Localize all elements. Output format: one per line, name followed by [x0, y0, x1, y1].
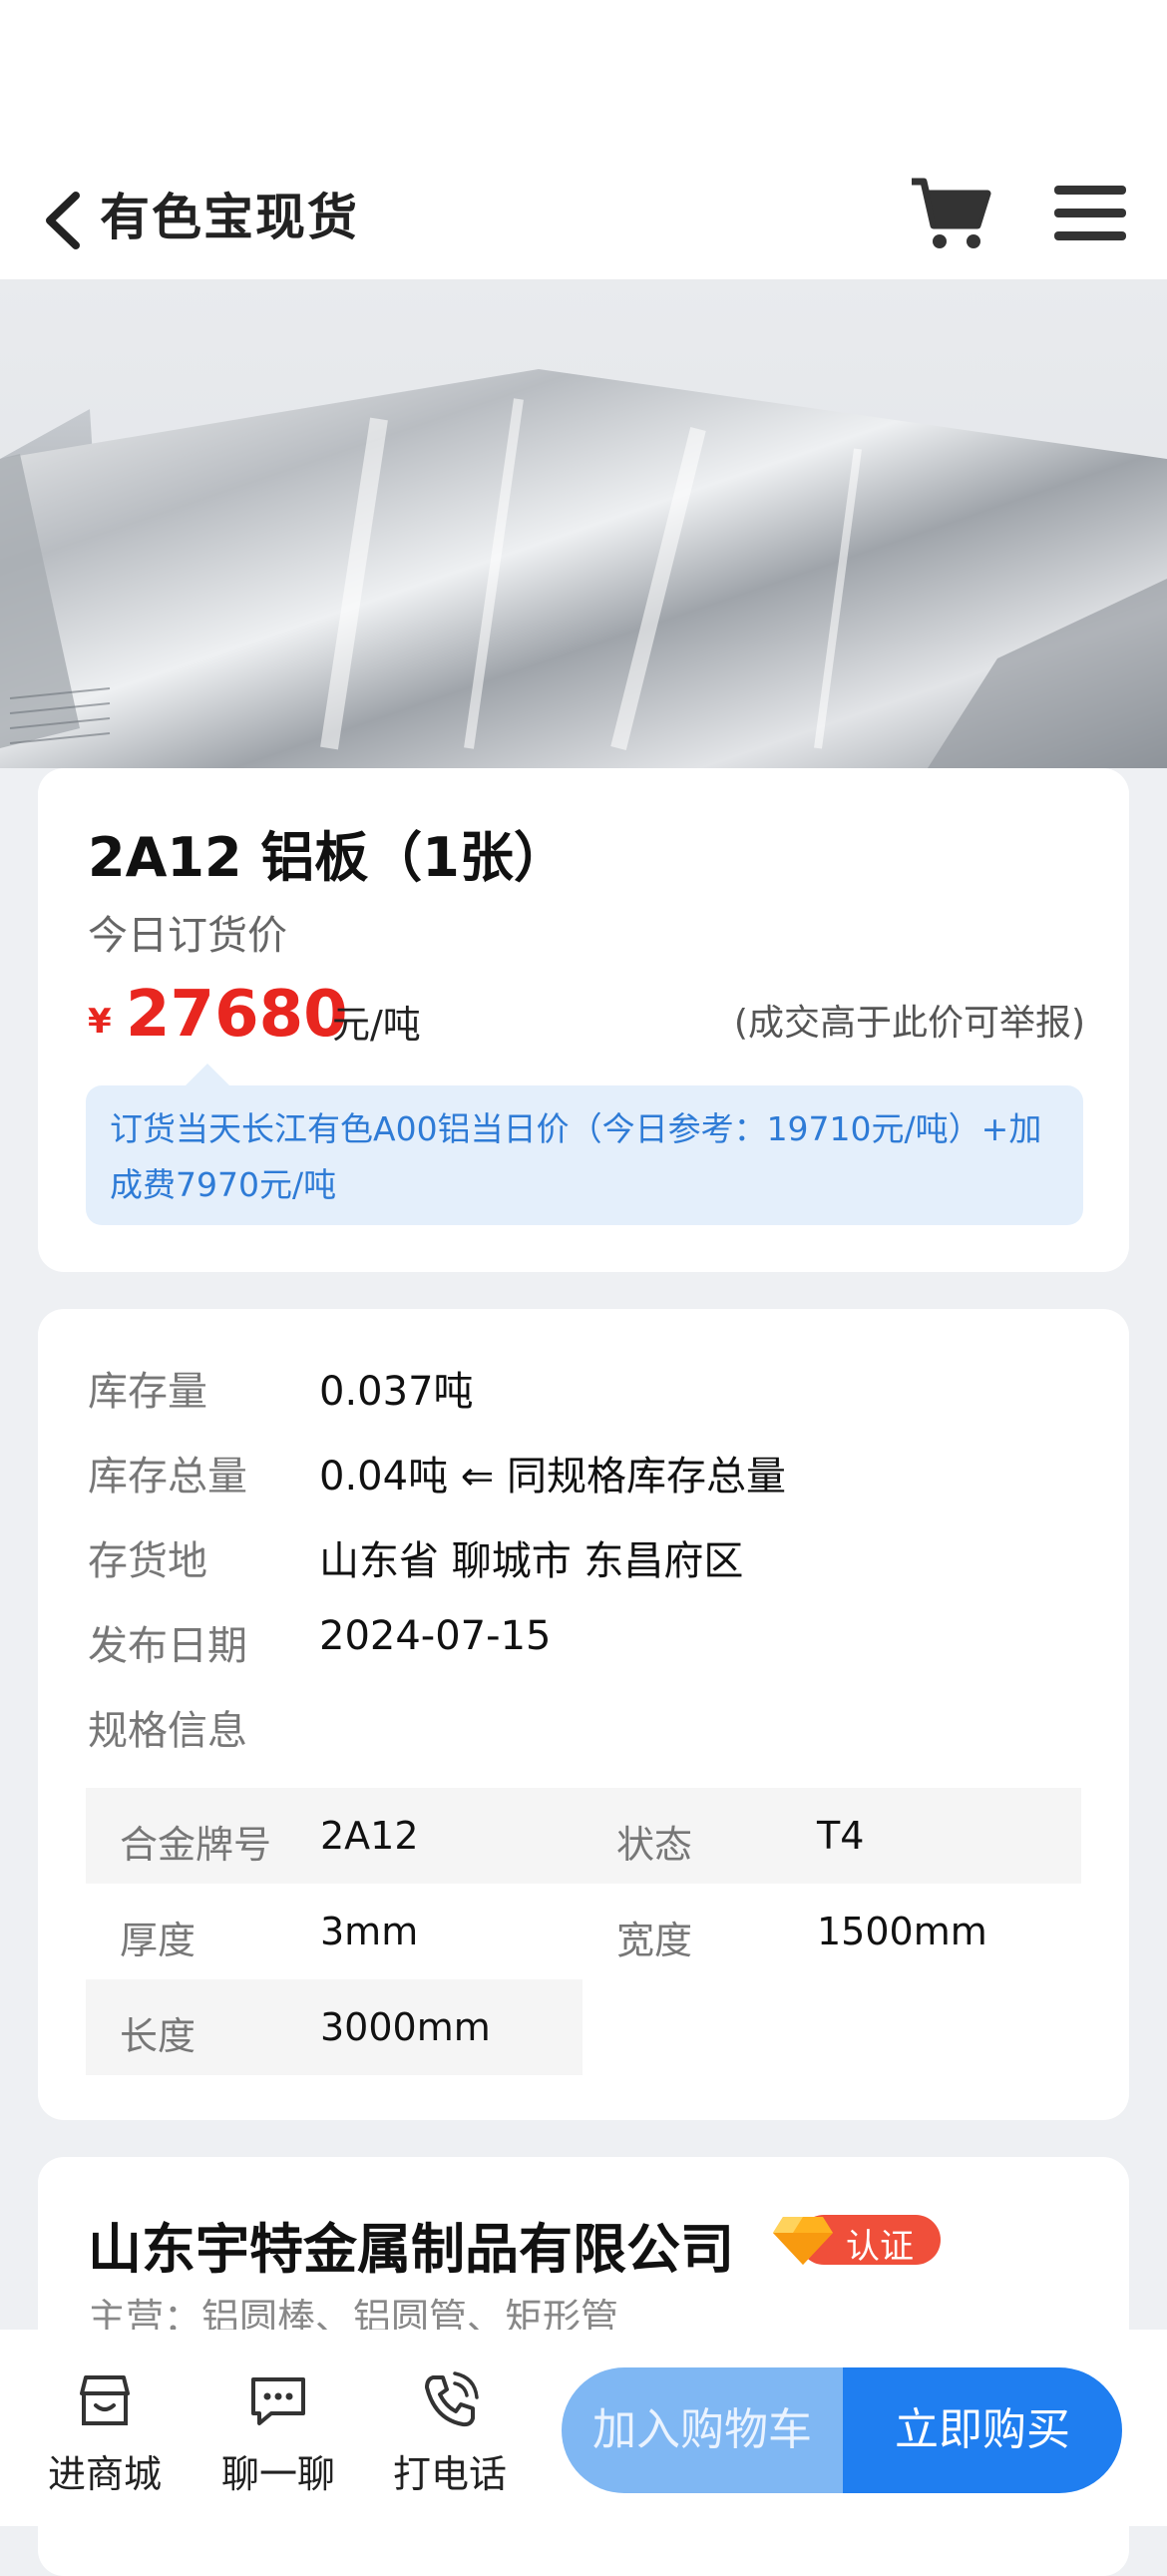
- date-label: 发布日期: [88, 1623, 247, 1669]
- spec-cell-alloy: 合金牌号 2A12: [86, 1788, 583, 1884]
- table-row: 长度 3000mm: [86, 1979, 1081, 2075]
- chat-button[interactable]: 聊一聊: [203, 2369, 353, 2509]
- spec-key: 长度: [120, 2014, 196, 2058]
- pricing-note-box: 订货当天长江有色A00铝当日价（今日参考：19710元/吨）+加成费7970元/…: [86, 1064, 1083, 1225]
- spec-value: T4: [817, 1814, 865, 1858]
- aluminum-sheet-illustration: [0, 369, 1167, 768]
- spec-cell-length: 长度 3000mm: [86, 1979, 583, 2075]
- chat-label: 聊一聊: [220, 2452, 335, 2496]
- spec-value: 3mm: [320, 1910, 419, 1953]
- call-label: 打电话: [392, 2452, 507, 2496]
- spec-value: 1500mm: [817, 1910, 987, 1953]
- cart-icon[interactable]: [908, 174, 991, 253]
- spec-table: 合金牌号 2A12 状态 T4 厚度 3mm 宽度 1500mm 长度 3000…: [86, 1788, 1081, 2075]
- details-card: 库存量 0.037吨 库存总量 0.04吨 ⇐ 同规格库存总量 存货地 山东省 …: [38, 1309, 1129, 2120]
- date-value: 2024-07-15: [319, 1613, 552, 1659]
- spec-cell-width: 宽度 1500mm: [583, 1884, 1081, 1979]
- spec-value: 3000mm: [320, 2005, 491, 2049]
- price-card: 2A12 铝板（1张） 今日订货价 ¥ 27680 元/吨 (成交高于此价可举报…: [38, 768, 1129, 1272]
- back-chevron-icon[interactable]: [34, 186, 94, 255]
- top-nav-bar: 有色宝现货: [0, 160, 1167, 279]
- table-row: 合金牌号 2A12 状态 T4: [86, 1788, 1081, 1884]
- price-label: 今日订货价: [88, 913, 287, 959]
- buy-now-button[interactable]: 立即购买: [843, 2367, 1122, 2493]
- spec-cell-thickness: 厚度 3mm: [86, 1884, 583, 1979]
- call-button[interactable]: 打电话: [375, 2369, 525, 2509]
- spec-heading: 规格信息: [88, 1708, 247, 1754]
- menu-icon[interactable]: [1052, 182, 1128, 245]
- product-title: 2A12 铝板（1张）: [88, 826, 568, 889]
- bottom-action-bar: 进商城 聊一聊 打电话 加入购物车 立即购买: [0, 2330, 1167, 2526]
- location-value: 山东省 聊城市 东昌府区: [319, 1538, 744, 1584]
- company-name[interactable]: 山东宇特金属制品有限公司: [88, 2205, 734, 2284]
- product-image[interactable]: [0, 279, 1167, 768]
- diamond-icon: [773, 2217, 833, 2265]
- spec-cell-temper: 状态 T4: [583, 1788, 1081, 1884]
- store-icon: [80, 2375, 130, 2425]
- price-value: 27680: [126, 978, 348, 1052]
- report-note[interactable]: (成交高于此价可举报): [734, 994, 1085, 1046]
- spec-key: 状态: [616, 1823, 693, 1867]
- price-row: ¥ 27680 元/吨 (成交高于此价可举报): [88, 978, 1085, 1052]
- currency-symbol: ¥: [88, 1002, 112, 1042]
- verified-badge: 认证: [771, 2209, 941, 2269]
- spec-key: 宽度: [616, 1919, 693, 1962]
- price-unit: 元/吨: [332, 1003, 421, 1047]
- phone-icon: [425, 2371, 479, 2427]
- chat-icon: [251, 2377, 305, 2425]
- store-button[interactable]: 进商城: [30, 2369, 180, 2509]
- spec-value: 2A12: [320, 1814, 419, 1858]
- add-to-cart-button[interactable]: 加入购物车: [562, 2367, 843, 2493]
- table-row: 厚度 3mm 宽度 1500mm: [86, 1884, 1081, 1979]
- badge-text: 认证: [846, 2227, 914, 2267]
- stock-label: 库存量: [88, 1369, 207, 1415]
- status-bar-area: [0, 0, 1167, 160]
- stock-value: 0.037吨: [319, 1369, 474, 1415]
- spec-key: 合金牌号: [120, 1823, 272, 1867]
- total-stock-label: 库存总量: [88, 1454, 247, 1500]
- page-title: 有色宝现货: [100, 189, 359, 246]
- location-label: 存货地: [88, 1538, 207, 1584]
- store-label: 进商城: [47, 2452, 162, 2496]
- pricing-note-text: 订货当天长江有色A00铝当日价（今日参考：19710元/吨）+加成费7970元/…: [110, 1109, 1042, 1204]
- total-stock-value[interactable]: 0.04吨 ⇐ 同规格库存总量: [319, 1444, 786, 1502]
- spec-key: 厚度: [120, 1919, 196, 1962]
